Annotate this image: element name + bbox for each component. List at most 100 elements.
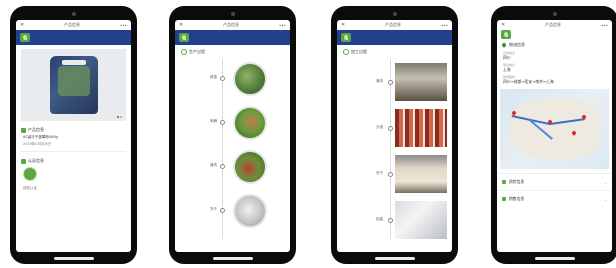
product-date: 2019年03月05日	[23, 142, 52, 146]
timeline-label: 清洗	[376, 79, 383, 83]
carousel-dot[interactable]	[117, 116, 119, 118]
phone-screen: ✕ 产品信息 ••• 物流信息 出发地点 四川 到达地点 上海 物流路线 四川→…	[497, 20, 612, 252]
timeline-label: 清洗	[210, 163, 217, 167]
timeline-photo[interactable]	[233, 106, 267, 140]
list-item-label: 质检信息	[509, 179, 525, 184]
phone-screen: ✕ 产品信息 ••• 加工过程 清洗 分选 冻干 包装	[337, 20, 452, 252]
nav-bar: ✕ 产品信息 •••	[175, 20, 290, 30]
origin-field: 出发地点 四川	[497, 50, 612, 62]
timeline-label: 冻干	[376, 171, 383, 175]
close-icon[interactable]: ✕	[341, 22, 345, 28]
timeline-label: 育苗	[210, 75, 217, 79]
phone-screen: ✕ 产品信息 ••• 产品信息 AC级冻干蓝莓粉500g 2019年03月05日…	[16, 20, 131, 252]
timeline-item[interactable]: 分选	[337, 105, 452, 151]
home-indicator	[53, 257, 94, 260]
close-icon[interactable]: ✕	[20, 22, 24, 28]
app-header	[16, 30, 131, 45]
timeline-node	[388, 126, 393, 131]
timeline-label: 冻干	[210, 207, 217, 211]
timeline-node	[220, 208, 225, 213]
phone-product-info: ✕ 产品信息 ••• 产品信息 AC级冻干蓝莓粉500g 2019年03月05日…	[10, 6, 137, 264]
nav-bar: ✕ 产品信息 •••	[337, 20, 452, 30]
app-header	[497, 29, 612, 39]
carousel-dots	[117, 116, 122, 118]
timeline-item[interactable]: 清洗	[175, 147, 290, 187]
route-value: 四川→成都→西安→南京→上海	[503, 79, 554, 84]
divider	[21, 151, 126, 152]
chevron-down-icon: ⌄	[603, 179, 607, 185]
store-icon	[502, 197, 506, 201]
info-icon	[21, 127, 26, 133]
timeline-photo[interactable]	[233, 194, 267, 228]
timeline-item[interactable]: 采摘	[175, 103, 290, 143]
timeline-label: 采摘	[210, 119, 217, 123]
phone-camera	[230, 12, 235, 16]
timeline-item[interactable]: 冻干	[175, 191, 290, 231]
timeline-photo[interactable]	[233, 150, 267, 184]
timeline-photo[interactable]	[395, 201, 447, 239]
section-title: 认证信息	[28, 158, 44, 163]
certificate-icon	[21, 158, 26, 164]
home-indicator	[374, 257, 415, 260]
timeline: 育苗 采摘 清洗 冻干	[175, 59, 290, 239]
destination-field: 到达地点 上海	[497, 62, 612, 74]
timeline-item[interactable]: 冻干	[337, 151, 452, 197]
timeline-photo[interactable]	[395, 63, 447, 101]
brand-logo-icon	[341, 33, 351, 42]
timeline-header: 生产过程	[175, 45, 290, 59]
close-icon[interactable]: ✕	[501, 22, 505, 28]
page-title: 产品信息	[385, 22, 402, 27]
map-landmass	[510, 99, 600, 159]
chevron-down-icon: ⌄	[603, 196, 607, 202]
phone-camera	[392, 12, 397, 16]
phone-processing-timeline: ✕ 产品信息 ••• 加工过程 清洗 分选 冻干 包装	[331, 6, 458, 264]
timeline-label: 包装	[376, 217, 383, 221]
home-indicator	[534, 257, 575, 260]
logistics-map[interactable]	[500, 89, 609, 169]
nav-bar: ✕ 产品信息 •••	[16, 20, 131, 30]
clock-icon	[343, 49, 349, 55]
timeline-title: 加工过程	[351, 49, 367, 54]
list-item-label: 销售信息	[509, 196, 525, 201]
list-item-quality[interactable]: 质检信息 ⌄	[497, 173, 612, 190]
timeline-item[interactable]: 育苗	[175, 59, 290, 99]
product-image-carousel[interactable]	[21, 49, 126, 121]
phone-logistics-info: ✕ 产品信息 ••• 物流信息 出发地点 四川 到达地点 上海 物流路线 四川→…	[491, 6, 616, 264]
phone-camera	[552, 12, 557, 16]
chart-icon	[502, 180, 506, 184]
page-title: 产品信息	[545, 22, 562, 27]
green-cert-badge-icon[interactable]	[23, 167, 37, 181]
timeline-item[interactable]: 清洗	[337, 59, 452, 105]
product-package-image	[49, 56, 98, 114]
close-icon[interactable]: ✕	[179, 22, 183, 28]
destination-value: 上海	[503, 67, 511, 72]
cert-label: 绿色认证	[23, 186, 37, 190]
clock-icon	[181, 49, 187, 55]
cert-section-header: 认证信息	[16, 158, 131, 164]
page-title: 产品信息	[223, 22, 240, 27]
timeline-node	[388, 80, 393, 85]
brand-logo-icon	[179, 33, 189, 42]
more-icon[interactable]: •••	[120, 23, 127, 28]
timeline-photo[interactable]	[395, 109, 447, 147]
more-icon[interactable]: •••	[601, 23, 608, 28]
timeline-photo[interactable]	[233, 62, 267, 96]
list-item-sales[interactable]: 销售信息 ⌄	[497, 190, 612, 207]
app-header	[175, 30, 290, 45]
timeline-node	[220, 120, 225, 125]
timeline-header: 加工过程	[337, 45, 452, 59]
timeline-node	[220, 164, 225, 169]
phone-production-timeline: ✕ 产品信息 ••• 生产过程 育苗 采摘 清洗 冻干	[169, 6, 296, 264]
section-title: 产品信息	[28, 127, 44, 132]
more-icon[interactable]: •••	[441, 23, 448, 28]
timeline-photo[interactable]	[395, 155, 447, 193]
more-icon[interactable]: •••	[279, 23, 286, 28]
location-pin-icon	[501, 42, 507, 48]
app-header	[337, 30, 452, 45]
carousel-dot[interactable]	[120, 116, 122, 118]
timeline-item[interactable]: 包装	[337, 197, 452, 243]
timeline: 清洗 分选 冻干 包装	[337, 59, 452, 239]
nav-bar: ✕ 产品信息 •••	[497, 20, 612, 30]
logistics-title: 物流信息	[509, 42, 525, 47]
brand-logo-icon	[20, 33, 30, 42]
